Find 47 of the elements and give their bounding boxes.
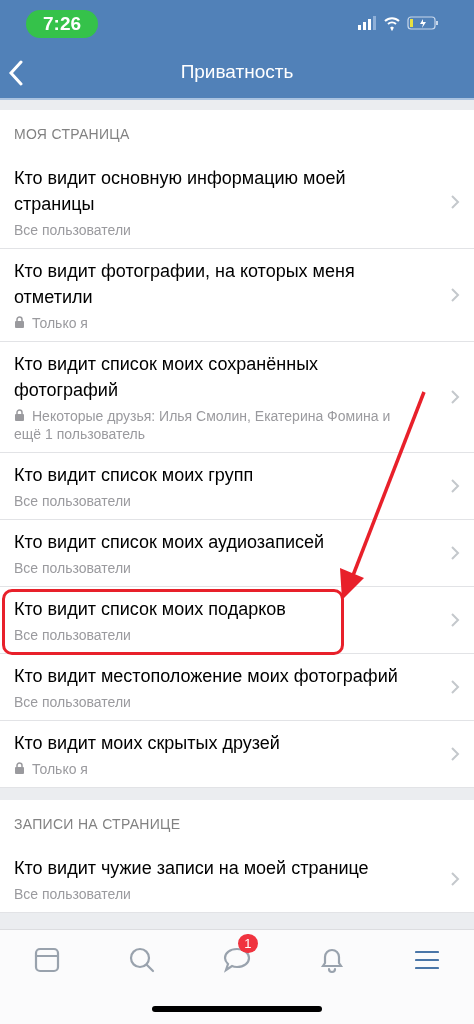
section-header: ЗАПИСИ НА СТРАНИЦЕ bbox=[13, 815, 182, 834]
setting-title: Кто видит основную информацию моей страницы bbox=[14, 167, 347, 216]
status-time: 7:26 bbox=[26, 10, 99, 38]
setting-title: Кто видит чужие записи на моей странице bbox=[14, 857, 370, 880]
chevron-icon bbox=[450, 389, 460, 405]
chevron-icon bbox=[450, 746, 460, 762]
window-icon bbox=[34, 947, 61, 973]
setting-value: Все пользователи bbox=[14, 492, 132, 510]
search-icon bbox=[128, 946, 157, 974]
privacy-setting-row[interactable]: Кто видит основную информацию моей страницы Все пользователи bbox=[0, 156, 474, 249]
setting-value: Все пользователи bbox=[14, 559, 132, 577]
setting-title: Кто видит список моих аудиозаписей bbox=[14, 531, 325, 554]
chevron-icon bbox=[450, 287, 460, 303]
setting-value: Только я bbox=[14, 314, 420, 332]
setting-title: Кто видит список моих сохранённых фотографий bbox=[14, 353, 320, 402]
privacy-setting-row[interactable]: Кто видит местоположение моих фотографий Все пользователи bbox=[0, 654, 474, 721]
section-header: МОЯ СТРАНИЦА bbox=[13, 125, 131, 144]
tab-bar-item[interactable]: 1 bbox=[209, 934, 265, 978]
chevron-icon bbox=[450, 478, 460, 494]
chevron-icon bbox=[450, 194, 460, 210]
privacy-setting-row[interactable]: Кто видит список моих групп Все пользователи bbox=[0, 453, 474, 520]
privacy-setting-row[interactable]: Кто видит фотографии, на которых меня отметили Только я bbox=[0, 249, 474, 342]
privacy-setting-row[interactable]: Кто видит список моих сохранённых фотографий Некоторые друзья: Илья Смолин, Екатерина Фомина и ещё 1 пользователь bbox=[0, 342, 474, 453]
bell-icon bbox=[318, 946, 345, 974]
chevron-icon bbox=[450, 871, 460, 887]
setting-title: Кто видит список моих подарков bbox=[14, 598, 287, 621]
privacy-setting-row[interactable]: Кто видит чужие записи на моей странице Все пользователи bbox=[0, 846, 474, 913]
chat-bubble-icon bbox=[223, 947, 251, 973]
setting-value: Все пользователи bbox=[14, 885, 132, 903]
screen-title: Приватность bbox=[180, 61, 294, 83]
setting-title: Кто видит список моих групп bbox=[14, 464, 255, 487]
privacy-setting-row[interactable]: Кто видит список моих подарков Все пользователи bbox=[0, 587, 474, 654]
setting-title: Кто видит местоположение моих фотографий bbox=[14, 665, 399, 688]
setting-title: Кто видит фотографии, на которых меня отметили bbox=[14, 260, 356, 309]
chevron-icon bbox=[450, 612, 460, 628]
menu-icon bbox=[414, 949, 439, 971]
privacy-setting-row[interactable]: Кто видит моих скрытых друзей Только я bbox=[0, 721, 474, 788]
setting-value: Некоторые друзья: Илья Смолин, Екатерина Фомина и ещё 1 пользователь bbox=[14, 407, 392, 443]
unread-badge: 1 bbox=[238, 934, 258, 953]
setting-title: Кто видит моих скрытых друзей bbox=[14, 732, 281, 755]
chevron-icon bbox=[450, 679, 460, 695]
setting-value: Все пользователи bbox=[14, 626, 132, 644]
chevron-icon bbox=[450, 545, 460, 561]
setting-value: Все пользователи bbox=[14, 693, 132, 711]
setting-value: Только я bbox=[14, 760, 420, 778]
back-icon[interactable] bbox=[8, 60, 24, 86]
setting-value: Все пользователи bbox=[14, 221, 132, 239]
